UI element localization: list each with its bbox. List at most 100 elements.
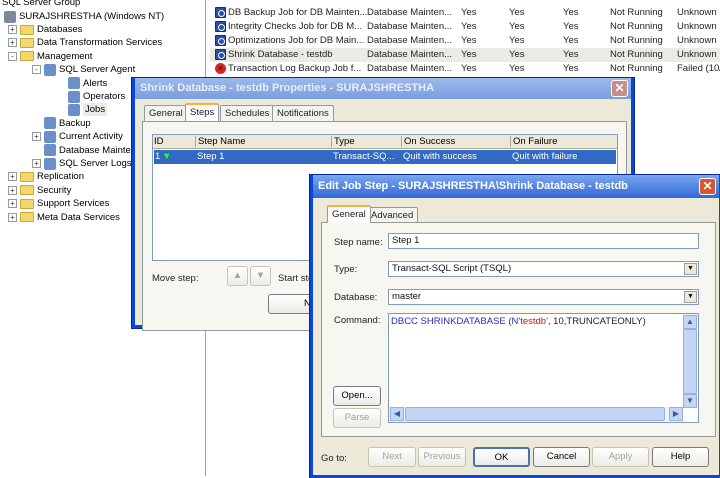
job-row[interactable]: DB Backup Job for DB Mainten... Database … [210, 6, 720, 20]
previous-button[interactable]: Previous [418, 447, 466, 467]
col-on-failure: On Failure [510, 136, 557, 147]
command-textarea[interactable]: DBCC SHRINKDATABASE (N'testdb', 10,TRUNC… [388, 313, 699, 423]
move-down-button[interactable]: ▼ [250, 266, 271, 286]
scroll-down-icon[interactable]: ▼ [683, 394, 697, 408]
tree-item[interactable]: + Support Services [8, 197, 109, 210]
tree-item[interactable]: + Replication [8, 170, 84, 183]
tree-server[interactable]: SURAJSHRESTHA (Windows NT) [4, 10, 164, 23]
job-icon [215, 49, 226, 60]
step-name-input[interactable]: Step 1 [388, 233, 699, 249]
tab-general[interactable]: General [144, 105, 188, 121]
goto-label: Go to: [321, 453, 347, 464]
open-button[interactable]: Open... [333, 386, 381, 406]
close-icon[interactable]: ✕ [611, 80, 628, 97]
collapse-icon[interactable]: - [32, 65, 41, 75]
col-step-name: Step Name [195, 136, 246, 147]
tree-item[interactable]: Alerts [56, 77, 107, 90]
tree-item[interactable]: Database Maintena [32, 144, 141, 157]
expand-icon[interactable]: + [32, 132, 41, 142]
node-icon [68, 103, 80, 116]
next-button[interactable]: Next [368, 447, 416, 467]
chevron-down-icon[interactable]: ▼ [684, 263, 697, 275]
server-icon [4, 10, 16, 23]
database-label: Database: [334, 292, 378, 303]
parse-button[interactable]: Parse [333, 408, 381, 428]
ok-button[interactable]: OK [473, 447, 530, 467]
col-type: Type [331, 136, 355, 147]
scroll-up-icon[interactable]: ▲ [683, 315, 697, 329]
col-id: ID [154, 136, 164, 147]
tree-group[interactable]: SQL Server Group [2, 0, 80, 9]
job-row[interactable]: Optimizations Job for DB Main... Database… [210, 34, 720, 48]
step-row[interactable]: 1 ▼ Step 1 Transact-SQ... Quit with succ… [154, 150, 616, 164]
command-label: Command: [334, 315, 381, 326]
expand-icon[interactable]: + [8, 38, 17, 48]
tab-advanced[interactable]: Advanced [366, 207, 419, 223]
tree-item[interactable]: Backup [32, 117, 91, 130]
node-icon [44, 117, 56, 130]
tree-item[interactable]: + Databases [8, 23, 82, 36]
expand-icon[interactable]: + [8, 185, 17, 195]
type-select[interactable]: Transact-SQL Script (TSQL) ▼ [388, 261, 699, 277]
job-icon [215, 35, 226, 46]
col-on-success: On Success [401, 136, 455, 147]
folder-icon [20, 212, 34, 223]
help-button[interactable]: Help [652, 447, 709, 467]
node-icon [44, 130, 56, 143]
folder-icon [20, 198, 34, 209]
node-icon [68, 77, 80, 90]
horizontal-scrollbar[interactable]: ◀ ▶ [389, 407, 683, 422]
move-up-button[interactable]: ▲ [227, 266, 248, 286]
scroll-right-icon[interactable]: ▶ [669, 407, 683, 421]
database-select[interactable]: master ▼ [388, 289, 699, 305]
tree-item[interactable]: - SQL Server Agent [32, 63, 135, 76]
dialog-title: Edit Job Step - SURAJSHRESTHA\Shrink Dat… [313, 175, 719, 198]
apply-button[interactable]: Apply [592, 447, 649, 467]
node-icon [44, 63, 56, 76]
node-icon [44, 157, 56, 170]
tree-item[interactable]: + SQL Server Logs [32, 157, 132, 170]
tab-general[interactable]: General [327, 205, 371, 223]
scroll-thumb[interactable] [683, 329, 697, 394]
job-icon [215, 21, 226, 32]
job-row[interactable]: Integrity Checks Job for DB M... Database… [210, 20, 720, 34]
move-step-label: Move step: [152, 273, 199, 284]
job-row[interactable]: Shrink Database - testdb Database Mainten… [210, 48, 720, 62]
flag-icon: ▼ [162, 151, 172, 162]
collapse-icon[interactable]: - [8, 51, 17, 61]
tree-item[interactable]: Jobs [56, 103, 108, 117]
expand-icon[interactable]: + [8, 212, 17, 222]
job-row[interactable]: ✕ Transaction Log Backup Job f... Database… [210, 62, 720, 76]
folder-icon [20, 37, 34, 48]
folder-icon [20, 51, 34, 62]
expand-icon[interactable]: + [8, 199, 17, 209]
dialog-title: Shrink Database - testdb Properties - SU… [135, 78, 631, 99]
close-icon[interactable]: ✕ [699, 178, 716, 195]
vertical-scrollbar[interactable]: ▲ ▼ [683, 314, 698, 408]
tree-item[interactable]: + Data Transformation Services [8, 36, 162, 49]
failed-icon: ✕ [215, 63, 226, 74]
scroll-thumb[interactable] [405, 407, 665, 421]
tree-item[interactable]: Operators [56, 90, 125, 103]
tab-steps[interactable]: Steps [185, 103, 220, 121]
edit-job-step-dialog: Edit Job Step - SURAJSHRESTHA\Shrink Dat… [310, 175, 720, 478]
tree-item[interactable]: + Security [8, 184, 71, 197]
tree-item[interactable]: + Current Activity [32, 130, 123, 143]
cancel-button[interactable]: Cancel [533, 447, 590, 467]
tree-item[interactable]: - Management [8, 50, 92, 63]
expand-icon[interactable]: + [32, 159, 41, 168]
folder-icon [20, 185, 34, 196]
expand-icon[interactable]: + [8, 25, 17, 34]
tab-notifications[interactable]: Notifications [272, 105, 334, 121]
step-name-label: Step name: [334, 237, 383, 248]
tree-item[interactable]: + Meta Data Services [8, 211, 120, 224]
node-icon [68, 90, 80, 103]
node-icon [44, 144, 56, 157]
scroll-left-icon[interactable]: ◀ [390, 407, 404, 421]
expand-icon[interactable]: + [8, 172, 17, 182]
folder-icon [20, 24, 34, 35]
tab-schedules[interactable]: Schedules [220, 105, 275, 121]
job-icon [215, 7, 226, 18]
grid-header: ID Step Name Type On Success On Failure [153, 135, 617, 149]
chevron-down-icon[interactable]: ▼ [684, 291, 697, 303]
